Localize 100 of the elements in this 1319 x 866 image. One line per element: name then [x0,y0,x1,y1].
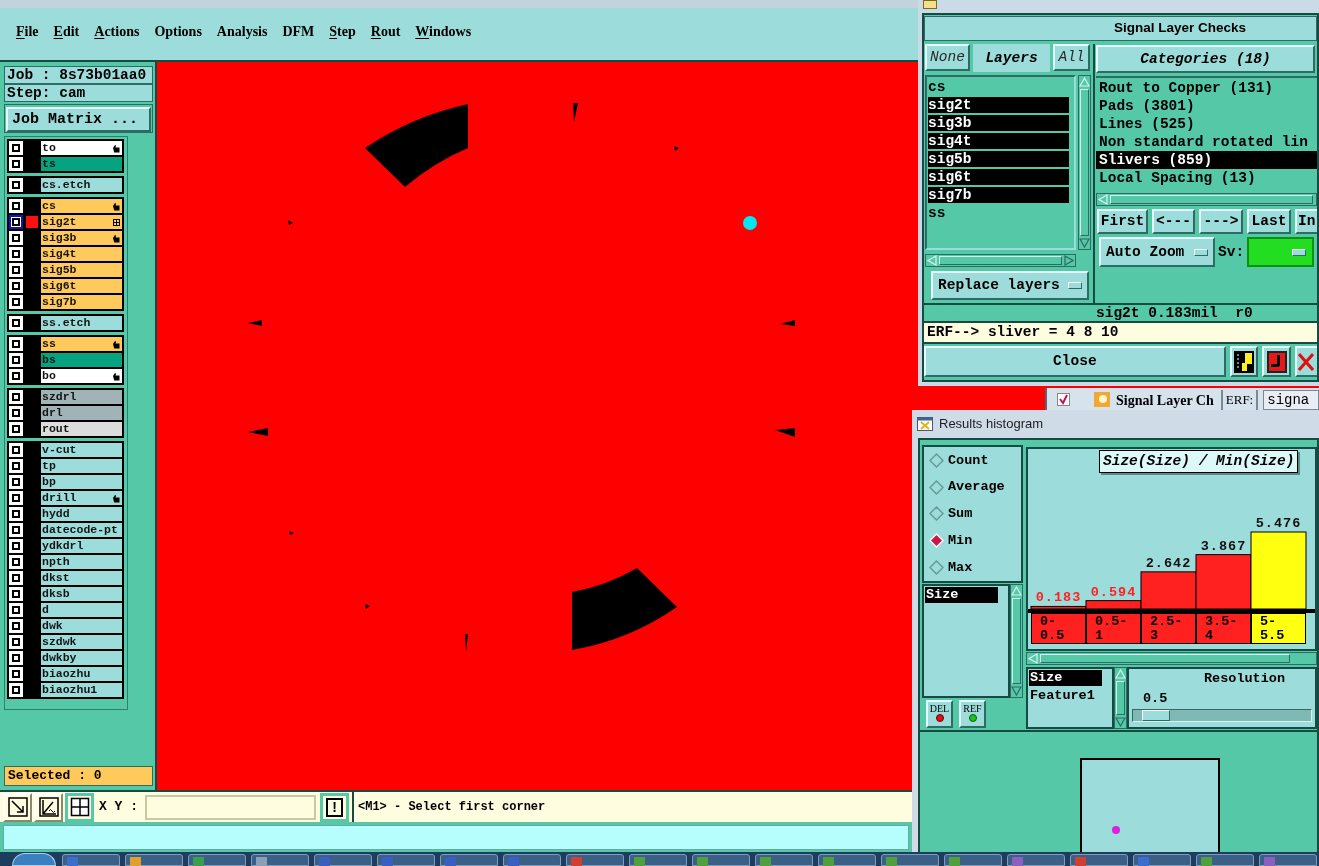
layer-button[interactable]: biaozhu [41,667,122,681]
menu-item[interactable]: Step [329,25,356,39]
scroll-thumb[interactable] [1040,654,1290,663]
layer-button[interactable]: bo [41,369,122,383]
field-list-item[interactable]: Feature1 [1029,688,1102,704]
layer-list-item[interactable]: sig4t [928,133,1069,149]
scroll-thumb[interactable] [939,256,1062,265]
layer-list-item[interactable]: sig5b [928,151,1069,167]
layer-button[interactable]: cs.etch [41,178,122,192]
reference-button[interactable]: REF [959,700,986,728]
layer-list-item[interactable]: ss [928,205,1069,221]
layer-button[interactable]: d [41,603,122,617]
layer-button[interactable]: bp [41,475,122,489]
nav-button[interactable]: ---> [1199,209,1243,234]
layer-button[interactable]: ss [41,337,122,351]
layer-button[interactable]: ts [41,157,122,171]
layer-button[interactable]: sig4t [41,247,122,261]
category-list-item[interactable]: Local Spacing (13) [1096,169,1317,187]
layer-button[interactable]: bs [41,353,122,367]
layer-list-item[interactable]: sig6t [928,169,1069,185]
color-option[interactable] [1247,237,1315,267]
coordinate-input[interactable] [145,794,316,820]
menu-item[interactable]: Actions [94,25,140,39]
layer-list-item[interactable]: sig2t [928,97,1069,113]
layer-button[interactable]: sig2t [41,215,122,229]
delete-button[interactable]: DEL [926,700,953,728]
layer-button[interactable]: sig3b [41,231,122,245]
menu-item[interactable]: Analysis [216,25,268,39]
layer-button[interactable]: rout [41,422,122,436]
horizontal-scrollbar[interactable] [1026,652,1317,665]
layer-button[interactable]: datecode-pt [41,523,122,537]
layer-button[interactable]: szdwk [41,635,122,649]
layer-button[interactable]: dwk [41,619,122,633]
slider-thumb[interactable] [1142,710,1170,721]
layer-button[interactable]: biaozhu1 [41,683,122,697]
layer-button[interactable]: drl [41,406,122,420]
tool-button[interactable] [65,792,94,822]
layer-button[interactable]: ydkdrl [41,539,122,553]
job-matrix-button[interactable]: Job Matrix ... [6,107,151,132]
layer-button[interactable]: v-cut [41,443,122,457]
menu-item[interactable]: Options [154,25,202,39]
layer-button[interactable]: tp [41,459,122,473]
vertical-scrollbar[interactable] [1078,75,1091,250]
nav-button[interactable]: Last [1247,209,1291,234]
scroll-thumb[interactable] [1012,598,1021,684]
all-button[interactable]: All [1053,44,1090,71]
alert-button[interactable]: ! [320,792,349,822]
field-list-item[interactable]: Size [925,587,998,603]
vertical-scrollbar[interactable] [1010,584,1023,698]
field-list-item[interactable]: Size [1029,670,1102,686]
category-list-item[interactable]: Slivers (859) [1096,151,1317,169]
layer-list-item[interactable]: sig3b [928,115,1069,131]
layer-button[interactable]: dkst [41,571,122,585]
scroll-thumb[interactable] [1110,195,1313,204]
close-button[interactable]: Close [924,346,1226,377]
nav-button[interactable]: In [1295,209,1317,234]
layer-button[interactable]: sig6t [41,279,122,293]
category-list-item[interactable]: Pads (3801) [1096,97,1317,115]
layer-button[interactable]: cs [41,199,122,213]
horizontal-scrollbar[interactable] [1096,193,1317,206]
layer-button[interactable]: npth [41,555,122,569]
layer-button[interactable]: drill [41,491,122,505]
menu-item[interactable]: Edit [53,25,80,39]
categories-button[interactable]: Categories (18) [1096,45,1315,73]
replace-layers-option[interactable]: Replace layers [931,271,1089,300]
nav-button[interactable]: First [1097,209,1148,234]
scroll-thumb[interactable] [1080,89,1089,236]
layer-button[interactable]: sig5b [41,263,122,277]
category-list-item[interactable]: Rout to Copper (131) [1096,79,1317,97]
layer-button[interactable]: dwkby [41,651,122,665]
category-list-item[interactable]: Non standard rotated lin [1096,133,1317,151]
text-field[interactable]: signa [1263,390,1319,410]
radio-option[interactable]: Min [924,527,1021,555]
layer-list-item[interactable]: sig7b [928,187,1069,203]
radio-option[interactable]: Sum [924,500,1021,528]
radio-option[interactable]: Max [924,554,1021,581]
layer-button[interactable]: dksb [41,587,122,601]
menu-item[interactable]: Windows [415,25,472,39]
layer-button[interactable]: to [41,141,122,155]
resolution-slider[interactable] [1132,709,1312,722]
scroll-thumb[interactable] [1116,681,1125,715]
start-button[interactable] [12,853,56,866]
nav-button[interactable]: <--- [1152,209,1195,234]
menu-item[interactable]: DFM [282,25,315,39]
radio-option[interactable]: Count [924,447,1021,474]
layer-button[interactable]: hydd [41,507,122,521]
layer-button[interactable]: sig7b [41,295,122,309]
menu-item[interactable]: File [16,25,39,39]
layer-button[interactable]: ss.etch [41,316,122,330]
menu-item[interactable]: Rout [370,25,401,39]
taskbar-button[interactable] [251,854,309,866]
layer-button[interactable]: szdrl [41,390,122,404]
auto-zoom-option[interactable]: Auto Zoom [1099,237,1215,267]
horizontal-scrollbar[interactable] [925,254,1076,267]
category-list-item[interactable]: Lines (525) [1096,115,1317,133]
layer-list-item[interactable]: cs [928,79,1069,95]
taskbar-button[interactable] [125,854,183,866]
radio-option[interactable]: Average [924,473,1021,501]
vertical-scrollbar[interactable] [1114,667,1127,729]
none-button[interactable]: None [925,44,970,71]
